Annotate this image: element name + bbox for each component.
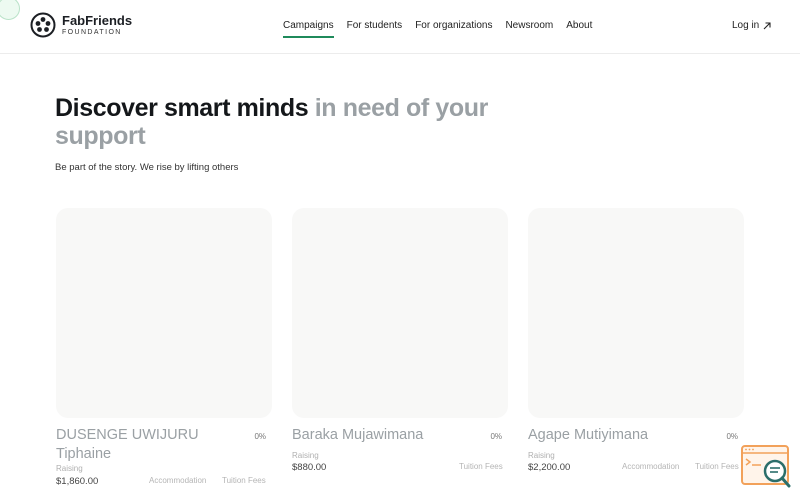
chat-search-icon[interactable] [741,444,791,488]
login-label: Log in [732,20,760,31]
nav-newsroom[interactable]: Newsroom [505,20,553,38]
hero-title: Discover smart minds in need of your sup… [55,94,515,150]
site-header: FabFriends FOUNDATION Campaigns For stud… [0,0,800,54]
campaign-card[interactable]: Baraka Mujawimana 0% Raising $880.00 Tui… [292,208,508,473]
campaign-card[interactable]: Agape Mutiyimana 0% Raising $2,200.00 Ac… [528,208,744,473]
campaign-image-placeholder [56,208,272,418]
campaign-tag: Accommodation [622,462,680,471]
nav-for-organizations[interactable]: For organizations [415,20,492,38]
campaign-progress-percent: 0% [254,432,266,441]
campaign-amount: $1,860.00 [56,476,99,487]
campaign-progress-percent: 0% [726,432,738,441]
campaign-tag: Tuition Fees [459,462,503,471]
campaign-raising-label: Raising [292,451,319,460]
campaign-student-name: Baraka Mujawimana [292,427,424,443]
nav-campaigns[interactable]: Campaigns [283,20,334,38]
nav-about[interactable]: About [566,20,592,38]
main-nav: Campaigns For students For organizations… [283,20,592,38]
brand-logo[interactable]: FabFriends FOUNDATION [30,12,132,38]
campaign-progress-percent: 0% [490,432,502,441]
hero-section: Discover smart minds in need of your sup… [55,94,515,173]
campaign-raising-label: Raising [528,451,555,460]
login-link[interactable]: Log in [732,20,771,31]
campaign-tag: Accommodation [149,476,207,485]
arrow-up-right-icon [763,21,771,29]
campaign-tag: Tuition Fees [222,476,266,485]
campaign-card[interactable]: DUSENGE UWIJURU Tiphaine 0% Raising $1,8… [56,208,272,487]
campaign-student-name: Agape Mutiyimana [528,427,649,443]
fabfriends-logo-icon [30,12,56,38]
campaign-image-placeholder [528,208,744,418]
campaign-tag: Tuition Fees [695,462,739,471]
campaign-amount: $880.00 [292,462,327,473]
campaign-amount: $2,200.00 [528,462,571,473]
hero-subtitle: Be part of the story. We rise by lifting… [55,162,239,173]
brand-name: FabFriends [62,13,133,28]
brand-subtitle: FOUNDATION [62,29,122,36]
campaign-raising-label: Raising [56,464,83,473]
campaign-student-name: DUSENGE UWIJURU Tiphaine [56,427,199,462]
nav-for-students[interactable]: For students [347,20,403,38]
campaign-image-placeholder [292,208,508,418]
brand-text: FabFriends FOUNDATION [62,14,132,36]
hero-title-dark: Discover smart minds [55,94,309,122]
